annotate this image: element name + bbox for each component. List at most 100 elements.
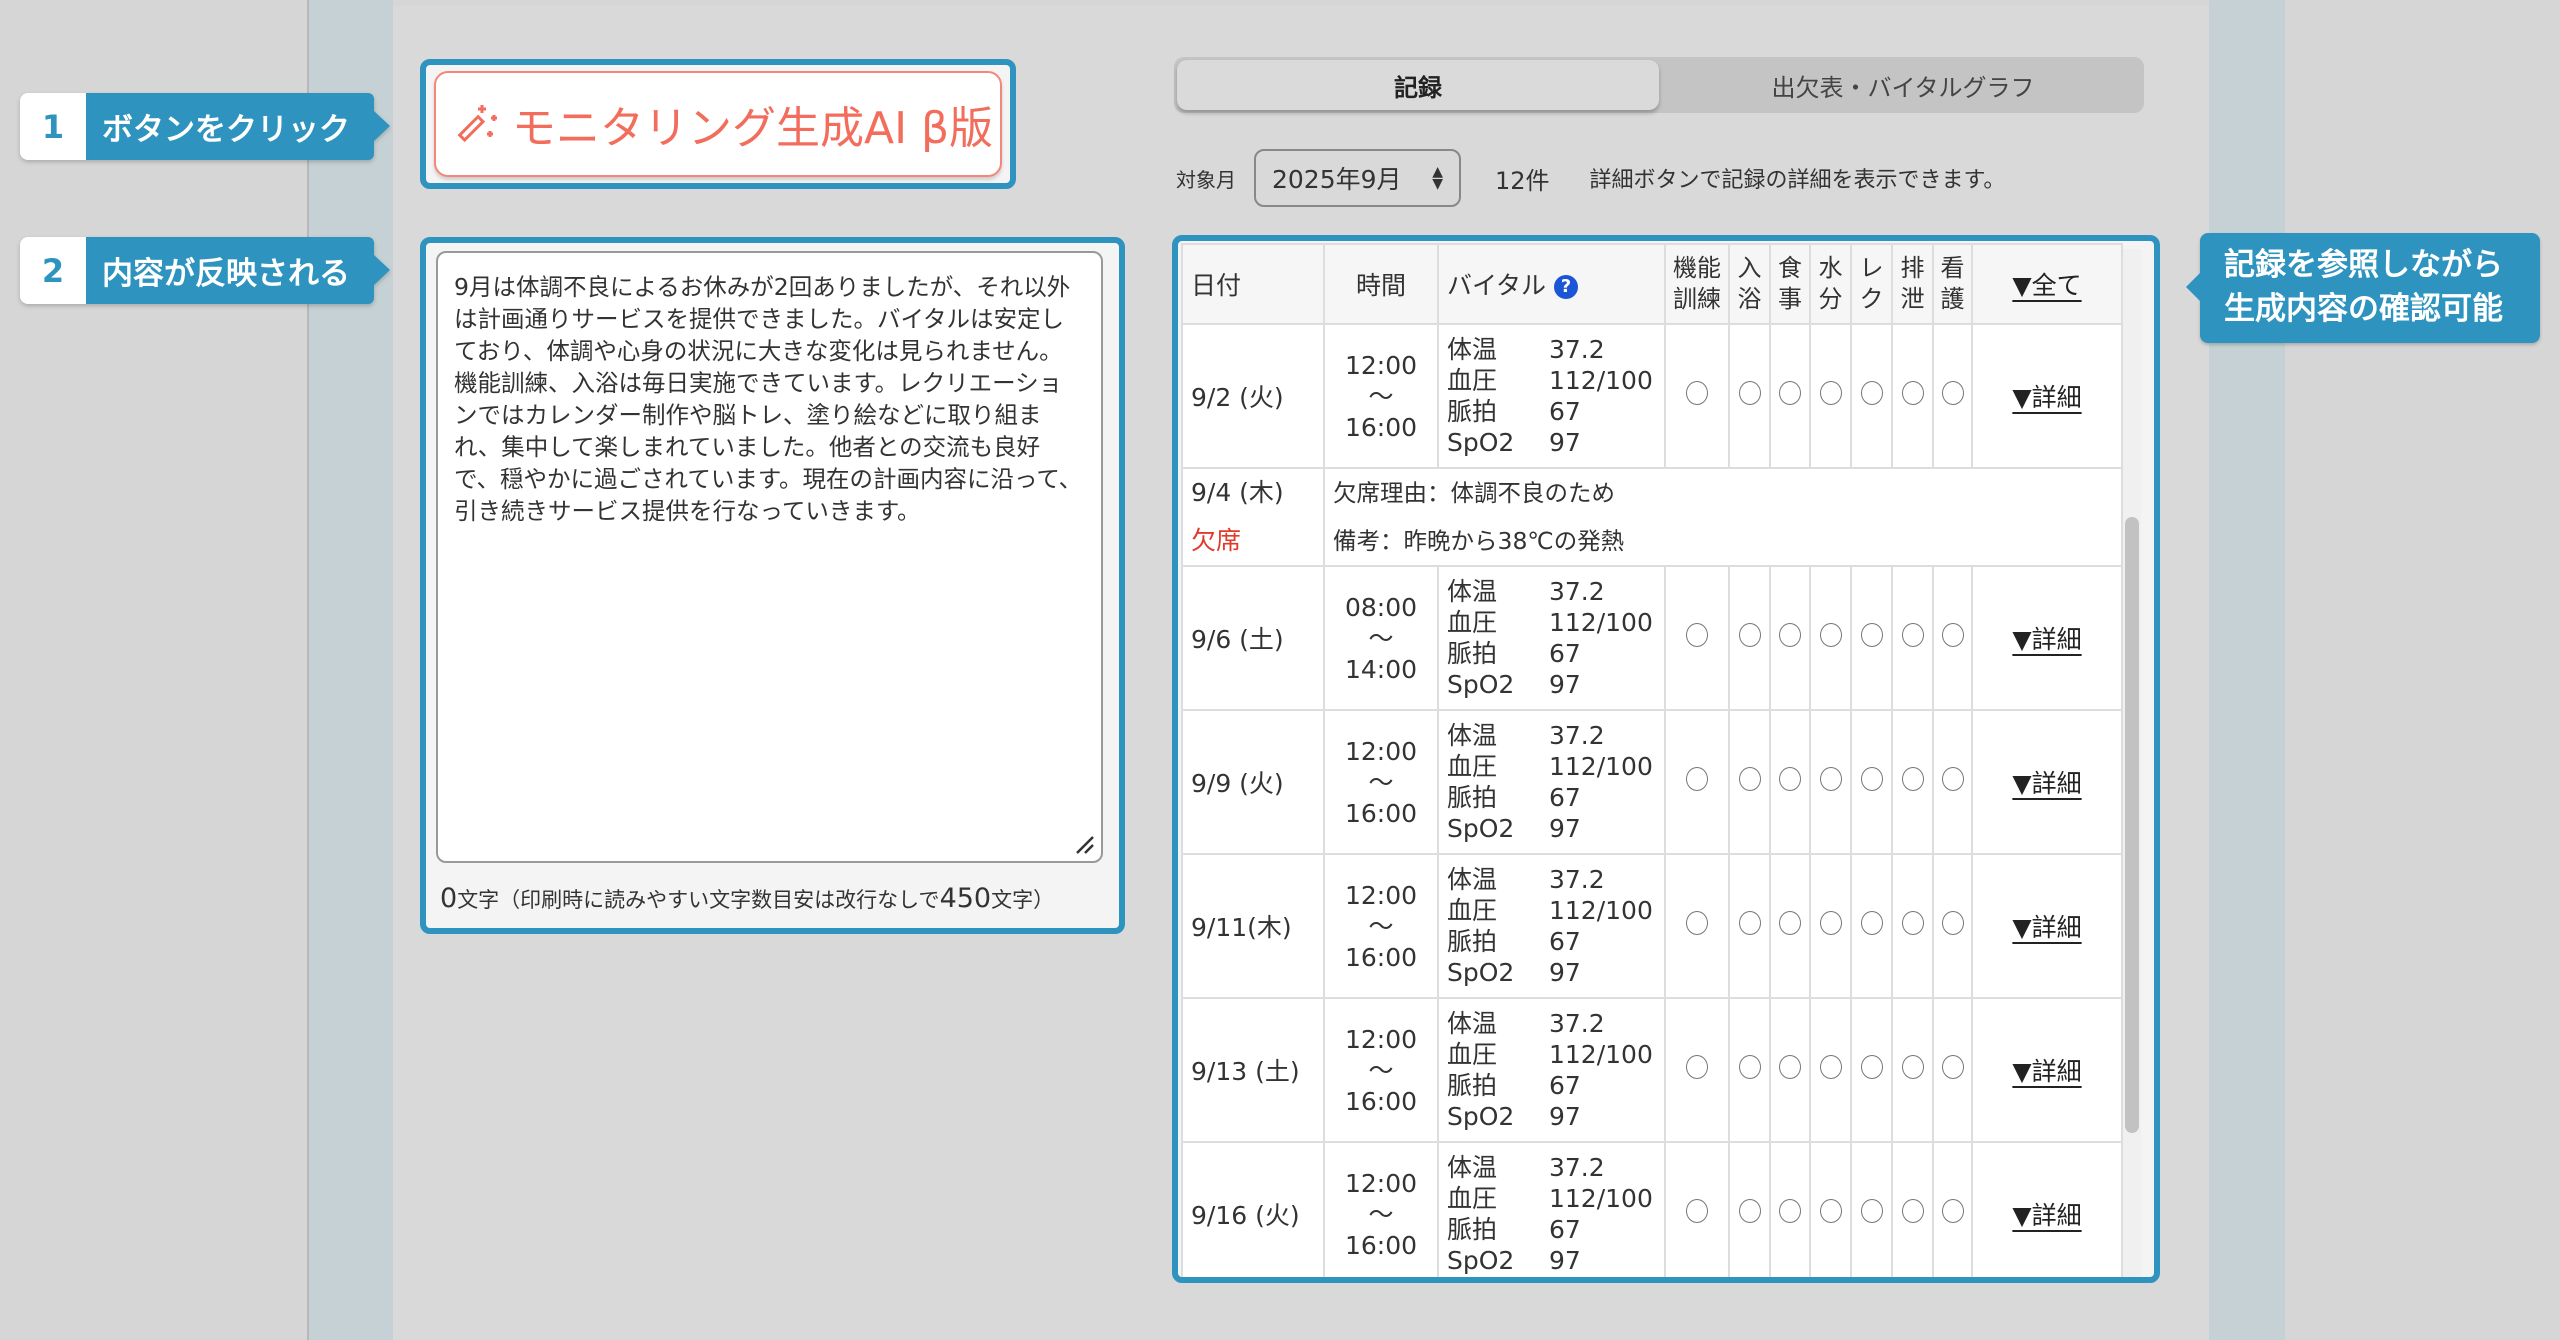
vital-label: 脈拍 [1447,639,1498,668]
time-cell: 12:00 〜 16:00 [1323,323,1439,469]
circle-mark-icon [1941,911,1964,935]
step-label: 内容が反映される [86,237,390,304]
scrollbar[interactable] [2123,249,2141,1277]
hint-text: 詳細ボタンで記録の詳細を表示できます。 [1589,168,2006,193]
view-tabs: 記録 出欠表・バイタルグラフ [1174,57,2144,113]
circle-mark-icon [1819,911,1842,935]
header-time: 時間 [1323,243,1439,325]
detail-link[interactable]: ▼詳細 [2012,625,2081,654]
char-count: 0 [440,883,458,914]
check-cell [1850,1141,1893,1277]
header-vitals: バイタル ? [1437,243,1666,325]
check-cell [1891,1141,1934,1277]
records-table: 日付 時間 バイタル ? 機能訓練 入浴 食事 水分 レク 排泄 看護 ▼全て 9/2 (火)… [1181,243,2123,1277]
circle-mark-icon [1779,911,1801,935]
header-date: 日付 [1181,243,1325,325]
vital-label: SpO2 [1447,1102,1515,1131]
help-icon[interactable]: ? [1553,275,1578,299]
check-cell [1664,709,1730,855]
header-check-label: 入浴 [1737,254,1762,313]
check-cell [1891,997,1934,1143]
monitoring-ai-button[interactable]: モニタリング生成AI β版 [434,71,1002,177]
header-check-label: 排泄 [1900,254,1925,313]
detail-link[interactable]: ▼詳細 [2012,383,2081,412]
vital-value: 97 [1549,958,1581,987]
ai-button-highlight: モニタリング生成AI β版 [420,59,1016,189]
detail-link[interactable]: ▼詳細 [2012,1057,2081,1086]
header-check-label: 食事 [1778,254,1802,313]
detail-link[interactable]: ▼詳細 [2012,913,2081,942]
circle-mark-icon [1901,1199,1924,1223]
vital-value: 67 [1549,1215,1581,1244]
right-strip [2209,0,2285,1340]
start-time: 12:00 [1344,350,1418,380]
vital-value: 97 [1549,428,1581,457]
vital-label: 血圧 [1447,608,1498,637]
tab-records[interactable]: 記録 [1177,60,1659,110]
circle-mark-icon [1779,623,1801,647]
circle-mark-icon [1941,623,1964,647]
circle-mark-icon [1860,623,1883,647]
header-check-label: 機能訓練 [1673,254,1721,313]
step-number: 2 [20,237,86,304]
header-check-col: 水分 [1809,243,1852,325]
header-check-col: 機能訓練 [1664,243,1730,325]
vital-value: 112/100 [1549,366,1653,395]
vital-label: 脈拍 [1447,783,1498,812]
circle-mark-icon [1738,767,1761,791]
time-cell: 12:00 〜 16:00 [1323,997,1439,1143]
month-select[interactable]: 2025年9月 ▲ ▼ [1254,149,1461,207]
scrollbar-thumb[interactable] [2125,517,2139,1133]
check-cell [1932,709,1973,855]
vital-label: 体温 [1447,577,1498,606]
circle-mark-icon [1901,381,1924,405]
vital-value: 37.2 [1549,577,1605,606]
vital-value: 67 [1549,927,1581,956]
vitals-cell: 体温 37.2 血圧 112/100 脈拍 67 SpO2 97 [1437,709,1666,855]
step-number: 1 [20,93,86,160]
step-label: ボタンをクリック [86,93,390,160]
circle-mark-icon [1738,1199,1761,1223]
counter-text: 文字） [991,888,1055,912]
circle-mark-icon [1860,767,1883,791]
time-cell: 12:00 〜 16:00 [1323,709,1439,855]
vital-value: 37.2 [1549,335,1605,364]
table-row: 9/2 (火) 12:00 〜 16:00 体温 37.2 血圧 112/100 脈拍 67 S… [1181,323,2123,469]
detail-link[interactable]: ▼詳細 [2012,769,2081,798]
check-cell [1809,853,1852,999]
callout-line: 記録を参照しながら [2224,247,2503,283]
expand-all-link[interactable]: ▼全て [2012,271,2081,300]
check-cell [1728,323,1771,469]
vital-label: 体温 [1447,335,1498,364]
check-cell [1664,1141,1730,1277]
check-cell [1809,1141,1852,1277]
header-check-label: 看護 [1940,254,1965,313]
circle-mark-icon [1686,623,1708,647]
check-cell [1664,565,1730,711]
circle-mark-icon [1779,1199,1801,1223]
detail-cell: ▼詳細 [1971,1141,2123,1277]
end-time: 16:00 [1344,1230,1418,1260]
detail-link[interactable]: ▼詳細 [2012,1201,2081,1230]
vital-value: 37.2 [1549,721,1605,750]
header-check-label: 水分 [1818,254,1843,313]
circle-mark-icon [1901,911,1924,935]
circle-mark-icon [1941,1055,1964,1079]
check-cell [1932,323,1973,469]
vital-label: 脈拍 [1447,1215,1498,1244]
vital-value: 37.2 [1549,865,1605,894]
date-cell: 9/2 (火) [1181,323,1325,469]
check-cell [1850,709,1893,855]
circle-mark-icon [1779,381,1801,405]
resize-grip-icon[interactable] [1073,833,1095,855]
tab-attendance-vitals-graph[interactable]: 出欠表・バイタルグラフ [1662,57,2144,113]
check-cell [1932,853,1973,999]
vital-label: SpO2 [1447,670,1515,699]
detail-cell: ▼詳細 [1971,709,2123,855]
vitals-cell: 体温 37.2 血圧 112/100 脈拍 67 SpO2 97 [1437,565,1666,711]
vital-value: 67 [1549,397,1581,426]
check-cell [1809,997,1852,1143]
absence-cell: 欠席理由：体調不良のため 備考：昨晩から38℃の発熱 [1323,467,2123,567]
monitoring-textarea[interactable]: 9月は体調不良によるお休みが2回ありましたが、それ以外は計画通りサービスを提供で… [436,251,1103,863]
circle-mark-icon [1738,1055,1761,1079]
